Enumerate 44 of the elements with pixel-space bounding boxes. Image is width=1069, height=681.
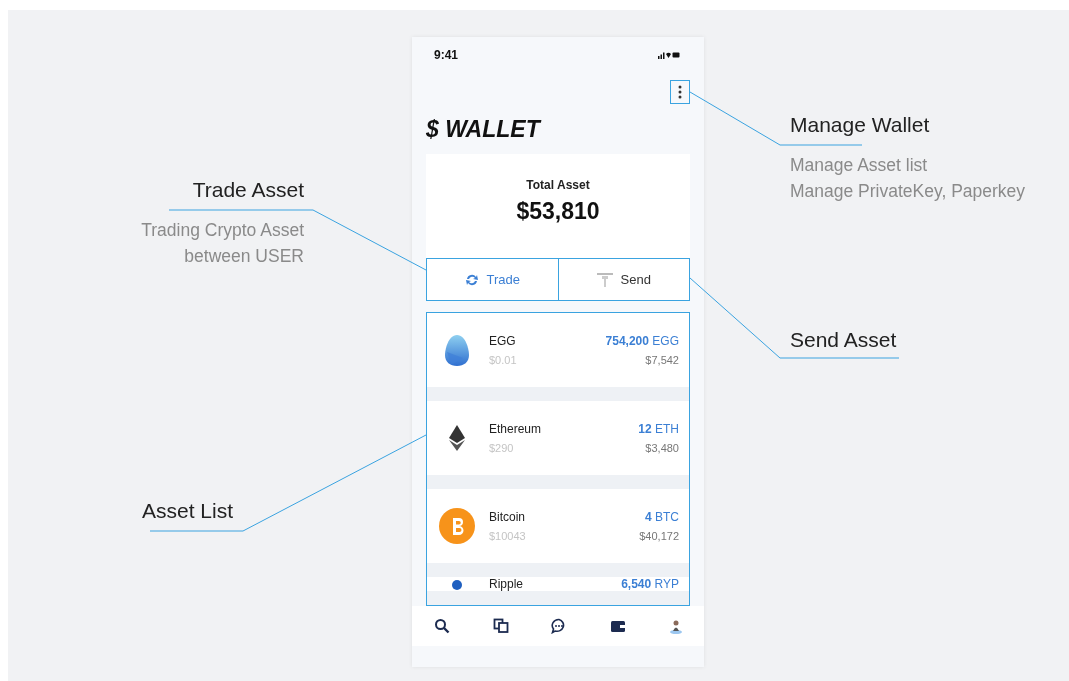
annotation-title: Send Asset	[790, 327, 897, 353]
asset-row[interactable]: Ripple 6,540 RYP	[427, 577, 689, 591]
asset-row[interactable]: Ethereum $290 12 ETH $3,480	[427, 401, 689, 475]
asset-value: $7,542	[645, 354, 679, 366]
asset-amount: 12 ETH	[638, 422, 679, 436]
annotation-text: Manage PrivateKey, Paperkey	[790, 180, 1026, 203]
annotation-text: between USER	[184, 245, 304, 268]
status-icons	[658, 51, 680, 59]
annotation-title: Manage Wallet	[790, 112, 930, 138]
search-icon[interactable]	[434, 618, 450, 634]
wallet-icon[interactable]	[609, 618, 626, 634]
asset-amount: 6,540 RYP	[621, 577, 679, 591]
asset-price: $0.01	[489, 354, 517, 366]
asset-amount: 4 BTC	[644, 510, 679, 524]
asset-name: Ethereum	[489, 422, 542, 436]
upload-icon	[596, 272, 613, 287]
asset-row[interactable]: Bitcoin $10043 4 BTC $40,172	[427, 489, 689, 563]
asset-price: $10043	[489, 530, 526, 542]
cards-icon[interactable]	[492, 618, 509, 634]
total-label: Total Asset	[526, 178, 590, 192]
asset-amount: 754,200 EGG	[605, 334, 679, 348]
status-time: 9:41	[434, 48, 459, 62]
trade-button[interactable]: Trade	[426, 258, 559, 301]
kebab-icon	[678, 85, 682, 99]
swap-arrows-icon	[464, 272, 479, 287]
send-button[interactable]: Send	[558, 258, 690, 301]
asset-price: $290	[489, 442, 515, 454]
coin-icon	[452, 580, 462, 590]
wallet-title: $ WALLET	[426, 115, 543, 144]
asset-value: $40,172	[639, 530, 679, 542]
asset-row[interactable]: EGG $0.01 754,200 EGG $7,542	[427, 313, 689, 387]
avatar-icon[interactable]	[668, 618, 684, 634]
asset-name: EGG	[489, 334, 517, 348]
asset-name: Bitcoin	[489, 510, 526, 524]
chat-icon[interactable]	[551, 618, 567, 634]
total-value: $53,810	[516, 198, 600, 225]
more-button[interactable]	[670, 80, 690, 104]
annotation-title: Trade Asset	[192, 177, 304, 203]
asset-value: $3,480	[645, 442, 679, 454]
annotation-text: Trading Crypto Asset	[141, 219, 304, 242]
coin-icon	[439, 508, 475, 544]
asset-name: Ripple	[489, 577, 524, 591]
annotation-text: Manage Asset list	[790, 154, 928, 177]
annotation-title: Asset List	[142, 498, 234, 524]
